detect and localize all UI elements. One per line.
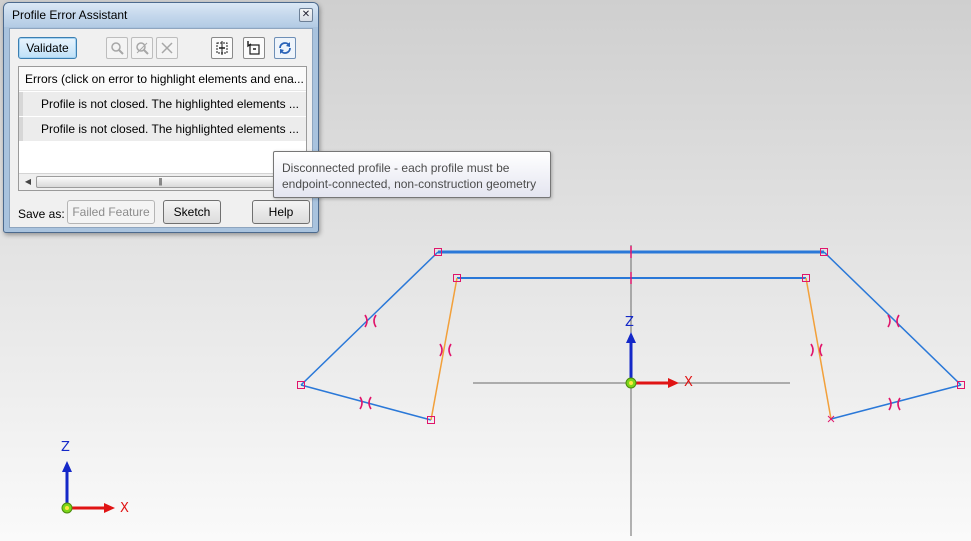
profile-left-inner-line[interactable] xyxy=(430,277,458,421)
corner-origin-center xyxy=(65,506,69,510)
select-profile-button[interactable] xyxy=(243,37,265,59)
main-x-arrow xyxy=(668,378,679,388)
scroll-grip-icon: ||| xyxy=(158,177,162,186)
refresh-button[interactable] xyxy=(274,37,296,59)
profile-left-lower-line[interactable] xyxy=(300,384,432,421)
main-z-arrow xyxy=(626,332,636,343)
main-triad xyxy=(625,332,679,389)
profile-error-assistant-dialog: Profile Error Assistant ✕ Validate Error… xyxy=(3,2,319,233)
tooltip-line-2: endpoint-connected, non-construction geo… xyxy=(282,177,537,191)
dialog-titlebar[interactable]: Profile Error Assistant ✕ xyxy=(4,3,318,27)
clear-icon xyxy=(161,42,173,54)
relation-handle xyxy=(810,343,823,357)
help-button[interactable]: Help xyxy=(252,200,310,224)
close-button[interactable]: ✕ xyxy=(299,8,313,22)
error-list-header: Errors (click on error to highlight elem… xyxy=(19,67,306,91)
main-x-label: X xyxy=(684,375,693,390)
dialog-title: Profile Error Assistant xyxy=(12,8,128,22)
sketch-button[interactable]: Sketch xyxy=(163,200,221,224)
error-list[interactable]: Errors (click on error to highlight elem… xyxy=(18,66,307,191)
tooltip-line-1: Disconnected profile - each profile must… xyxy=(282,161,510,175)
save-as-label: Save as: xyxy=(18,207,65,221)
zoom-button[interactable] xyxy=(106,37,128,59)
zoom-selection-button[interactable] xyxy=(131,37,153,59)
relation-handle xyxy=(887,314,900,328)
main-z-label: Z xyxy=(625,315,634,330)
relation-handle xyxy=(888,397,901,411)
fit-profile-icon xyxy=(216,41,228,55)
corner-z-arrow xyxy=(62,461,72,472)
corner-triad xyxy=(61,461,115,514)
scroll-thumb[interactable]: ||| xyxy=(36,176,284,188)
scroll-left-icon[interactable]: ◀ xyxy=(21,176,35,188)
corner-x-arrow xyxy=(104,503,115,513)
profile-right-inner-line[interactable] xyxy=(805,277,832,420)
zoom-selection-icon xyxy=(136,42,149,55)
profile-left-upper-line[interactable] xyxy=(300,251,439,386)
refresh-icon xyxy=(279,42,291,54)
corner-z-label: Z xyxy=(61,440,70,455)
dialog-client: Validate Errors (click on error to highl… xyxy=(9,28,313,228)
profile-right-upper-line[interactable] xyxy=(823,251,962,386)
close-icon: ✕ xyxy=(301,9,311,20)
horizontal-scrollbar[interactable]: ◀ ||| ▶ xyxy=(19,173,306,190)
select-profile-icon xyxy=(247,41,260,55)
failed-feature-button[interactable]: Failed Feature xyxy=(67,200,155,224)
main-origin-center xyxy=(629,381,633,385)
relation-handle xyxy=(439,343,452,357)
validate-button[interactable]: Validate xyxy=(18,37,77,59)
error-tooltip: Disconnected profile - each profile must… xyxy=(273,151,551,198)
error-row[interactable]: Profile is not closed. The highlighted e… xyxy=(19,117,306,141)
zoom-icon xyxy=(111,42,124,55)
corner-x-label: X xyxy=(120,501,129,516)
clear-button[interactable] xyxy=(156,37,178,59)
fit-profile-button[interactable] xyxy=(211,37,233,59)
error-row[interactable]: Profile is not closed. The highlighted e… xyxy=(19,92,306,116)
profile-right-lower-line[interactable] xyxy=(830,384,962,420)
